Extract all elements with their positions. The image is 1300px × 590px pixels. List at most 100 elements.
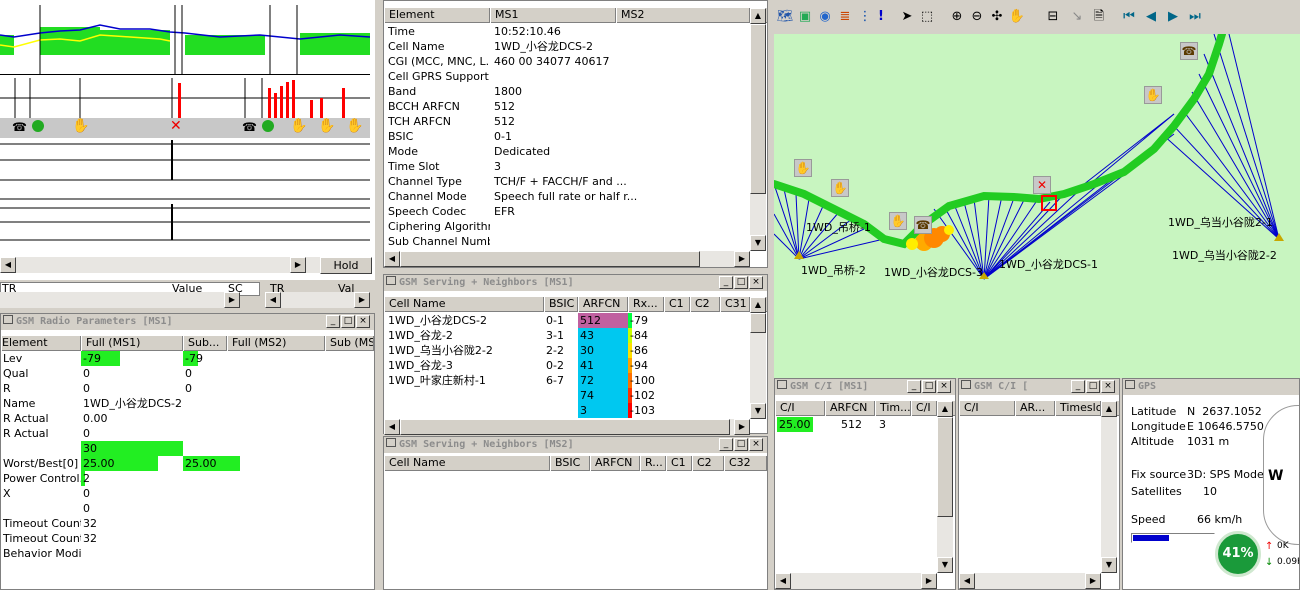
header-c31[interactable]: C31	[720, 297, 750, 312]
header-c32[interactable]: C32	[724, 456, 767, 471]
close-button[interactable]: ×	[356, 315, 370, 328]
report-icon[interactable]: 🗎	[1090, 8, 1108, 26]
map-globe-icon[interactable]: ◉	[816, 8, 834, 26]
minimize-button[interactable]: _	[1071, 380, 1085, 393]
header-timeslot[interactable]: Timeslot	[1055, 401, 1101, 416]
scroll-left-button[interactable]: ◀	[0, 257, 16, 273]
scroll-thumb[interactable]	[400, 251, 700, 267]
maximize-button[interactable]: □	[1086, 380, 1100, 393]
prev-icon[interactable]: ◀	[1142, 8, 1160, 26]
line-icon[interactable]: ↘	[1068, 8, 1086, 26]
header-sub-ms1[interactable]: Sub...	[183, 336, 227, 351]
minimize-button[interactable]: _	[719, 276, 733, 289]
header-ci2[interactable]: C/I	[911, 401, 937, 416]
graph-hscroll[interactable]: ◀ ▶	[0, 257, 320, 273]
scroll-down-button[interactable]: ▼	[750, 403, 766, 419]
header-r[interactable]: R...	[640, 456, 666, 471]
info-vscroll[interactable]: ▲ ▼	[750, 8, 766, 251]
header-rx[interactable]: Rx...	[628, 297, 664, 312]
vertical-splitter[interactable]	[375, 0, 383, 590]
last-icon[interactable]: ⏭	[1186, 8, 1204, 26]
scroll-down-button[interactable]: ▼	[750, 235, 766, 251]
neighbors-vscroll[interactable]: ▲ ▼	[750, 297, 766, 419]
neighbors-hscroll[interactable]: ◀ ▶	[384, 419, 750, 435]
minimize-button[interactable]: _	[326, 315, 340, 328]
scroll-up-button[interactable]: ▲	[937, 401, 953, 417]
ci2-vscroll[interactable]: ▲ ▼	[1101, 401, 1117, 573]
header-sub-ms2[interactable]: Sub (MS2	[325, 336, 374, 351]
zoom-extent-icon[interactable]: ✣	[988, 8, 1006, 26]
map-canvas[interactable]: ✋ ✋ ✋ ☎ ✋ ☎ ✕ 1WD_吊桥-1 1WD_吊桥-2 1WD_小谷龙D…	[774, 34, 1300, 378]
header-full-ms2[interactable]: Full (MS2)	[227, 336, 325, 351]
scroll-down-button[interactable]: ▼	[937, 557, 953, 573]
zoom-in-icon[interactable]: ⊕	[948, 8, 966, 26]
maximize-button[interactable]: □	[734, 438, 748, 451]
scroll-right-button[interactable]: ▶	[1085, 573, 1101, 589]
next-icon[interactable]: ▶	[1164, 8, 1182, 26]
close-button[interactable]: ×	[1101, 380, 1115, 393]
map-info-icon[interactable]: !	[872, 8, 890, 26]
ruler-icon[interactable]: ⊟	[1044, 8, 1062, 26]
scroll-up-button[interactable]: ▲	[1101, 401, 1117, 417]
header-ms2[interactable]: MS2	[616, 8, 750, 23]
scroll-down-button[interactable]: ▼	[1101, 557, 1117, 573]
scroll-thumb[interactable]	[937, 417, 953, 517]
header-time[interactable]: Tim...	[875, 401, 911, 416]
events-hscroll[interactable]: ▶	[0, 292, 240, 308]
header-c2[interactable]: C2	[690, 297, 720, 312]
close-button[interactable]: ×	[749, 438, 763, 451]
header-ms1[interactable]: MS1	[490, 8, 616, 23]
scroll-left-button[interactable]: ◀	[384, 251, 400, 267]
ci2-hscroll[interactable]: ◀ ▶	[959, 573, 1101, 589]
ci-vscroll[interactable]: ▲ ▼	[937, 401, 953, 573]
close-button[interactable]: ×	[937, 380, 951, 393]
maximize-button[interactable]: □	[734, 276, 748, 289]
header-c1[interactable]: C1	[666, 456, 692, 471]
map-stack-icon[interactable]: ≣	[836, 8, 854, 26]
scroll-right-button[interactable]: ▶	[921, 573, 937, 589]
scroll-up-button[interactable]: ▲	[750, 8, 766, 24]
scroll-right-button[interactable]: ▶	[734, 251, 750, 267]
info-hscroll[interactable]: ◀ ▶	[384, 251, 750, 267]
events2-hscroll[interactable]: ◀ ▶	[265, 292, 370, 308]
scroll-left-button[interactable]: ◀	[775, 573, 791, 589]
minimize-button[interactable]: _	[719, 438, 733, 451]
map-image-icon[interactable]: ▣	[796, 8, 814, 26]
header-c1[interactable]: C1	[664, 297, 690, 312]
header-bsic[interactable]: BSIC	[550, 456, 590, 471]
header-c2[interactable]: C2	[692, 456, 724, 471]
header-cell-name[interactable]: Cell Name	[384, 456, 550, 471]
scroll-right-button[interactable]: ▶	[734, 419, 750, 435]
close-button[interactable]: ×	[749, 276, 763, 289]
scroll-right-button[interactable]: ▶	[290, 257, 306, 273]
maximize-button[interactable]: □	[341, 315, 355, 328]
header-bsic[interactable]: BSIC	[544, 297, 578, 312]
header-element[interactable]: Element	[1, 336, 81, 351]
minimize-button[interactable]: _	[907, 380, 921, 393]
select-icon[interactable]: ⬚	[918, 8, 936, 26]
ci-hscroll[interactable]: ◀ ▶	[775, 573, 937, 589]
hold-button[interactable]: Hold	[320, 257, 372, 274]
scroll-left-button[interactable]: ◀	[384, 419, 400, 435]
header-arfcn[interactable]: ARFCN	[590, 456, 640, 471]
header-arfcn[interactable]: AR...	[1015, 401, 1055, 416]
scroll-thumb[interactable]	[750, 313, 766, 333]
header-full-ms1[interactable]: Full (MS1)	[81, 336, 183, 351]
header-element[interactable]: Element	[384, 8, 490, 23]
header-ci[interactable]: C/I	[959, 401, 1015, 416]
header-arfcn[interactable]: ARFCN	[578, 297, 628, 312]
zoom-out-icon[interactable]: ⊖	[968, 8, 986, 26]
scroll-left-button[interactable]: ◀	[959, 573, 975, 589]
pan-icon[interactable]: ✋	[1008, 8, 1026, 26]
hand-icon: ✋	[346, 118, 364, 134]
first-icon[interactable]: ⏮	[1120, 8, 1138, 26]
scroll-thumb[interactable]	[750, 24, 766, 194]
maximize-button[interactable]: □	[922, 380, 936, 393]
header-ci[interactable]: C/I	[775, 401, 825, 416]
map-layers-icon[interactable]: 🗺	[776, 8, 794, 26]
pointer-icon[interactable]: ➤	[898, 8, 916, 26]
header-cell-name[interactable]: Cell Name	[384, 297, 544, 312]
scroll-up-button[interactable]: ▲	[750, 297, 766, 313]
header-arfcn[interactable]: ARFCN	[825, 401, 875, 416]
scroll-thumb[interactable]	[400, 419, 730, 435]
